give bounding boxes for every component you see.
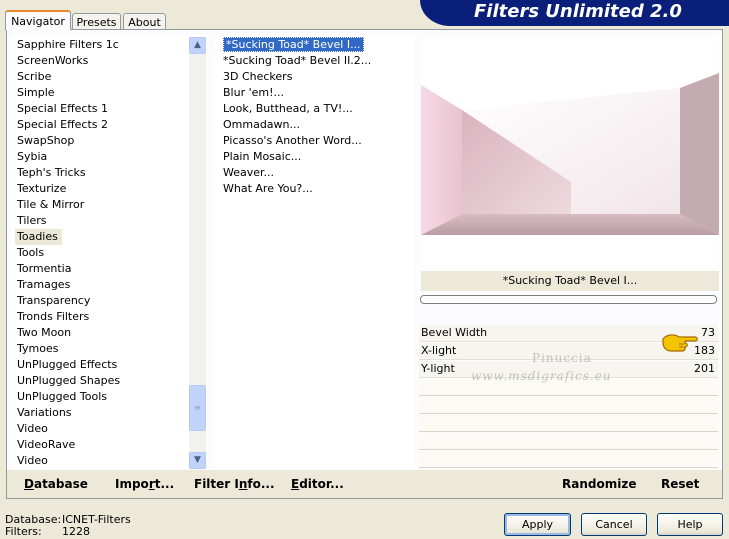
category-item[interactable]: Video bbox=[15, 453, 187, 469]
category-item[interactable]: Tilers bbox=[15, 213, 187, 229]
filter-item-label: Plain Mosaic... bbox=[223, 150, 302, 163]
category-scrollbar[interactable]: ▲ ≡ ▼ bbox=[189, 37, 206, 469]
editor-button[interactable]: Editor... bbox=[291, 477, 344, 491]
filter-item-label: *Sucking Toad* Bevel I... bbox=[223, 37, 364, 52]
category-list[interactable]: Sapphire Filters 1c ScreenWorks Scribe Simp… bbox=[15, 37, 187, 469]
progress-bar bbox=[420, 295, 717, 304]
tab-about[interactable]: About bbox=[123, 13, 166, 30]
filter-item[interactable]: *Sucking Toad* Bevel I... bbox=[221, 37, 411, 53]
category-item[interactable]: Tymoes bbox=[15, 341, 187, 357]
category-item[interactable]: Sybia bbox=[15, 149, 187, 165]
scroll-thumb-grip-icon: ≡ bbox=[194, 403, 201, 412]
empty-param-row bbox=[419, 451, 718, 468]
category-item[interactable]: Tramages bbox=[15, 277, 187, 293]
param-value[interactable]: 201 bbox=[694, 362, 715, 375]
category-item[interactable]: Tormentia bbox=[15, 261, 187, 277]
filter-item-label: Picasso's Another Word... bbox=[223, 134, 362, 147]
category-item[interactable]: Special Effects 1 bbox=[15, 101, 187, 117]
cancel-button[interactable]: Cancel bbox=[581, 513, 647, 536]
empty-param-row bbox=[419, 433, 718, 450]
preview-filter-name: *Sucking Toad* Bevel I... bbox=[421, 271, 719, 291]
category-item[interactable]: Two Moon bbox=[15, 325, 187, 341]
app-title: Filters Unlimited 2.0 bbox=[474, 1, 682, 22]
reset-button[interactable]: Reset bbox=[661, 477, 699, 491]
category-item[interactable]: Teph's Tricks bbox=[15, 165, 187, 181]
category-item[interactable]: Tile & Mirror bbox=[15, 197, 187, 213]
category-item[interactable]: Toadies bbox=[15, 229, 62, 245]
watermark-url: www.msdigrafics.eu bbox=[471, 369, 612, 383]
filter-item-label: 3D Checkers bbox=[223, 70, 293, 83]
category-item[interactable]: Sapphire Filters 1c bbox=[15, 37, 187, 53]
watermark-name: Pinuccia bbox=[532, 351, 592, 365]
category-item[interactable]: Scribe bbox=[15, 69, 187, 85]
filter-item[interactable]: Ommadawn... bbox=[221, 117, 411, 133]
category-item[interactable]: Transparency bbox=[15, 293, 187, 309]
filter-item-label: Ommadawn... bbox=[223, 118, 301, 131]
category-item[interactable]: UnPlugged Effects bbox=[15, 357, 187, 373]
category-item[interactable]: Tronds Filters bbox=[15, 309, 187, 325]
scroll-down-icon[interactable]: ▼ bbox=[189, 452, 206, 469]
filter-item-label: Blur 'em!... bbox=[223, 86, 284, 99]
filter-item[interactable]: Look, Butthead, a TV!... bbox=[221, 101, 411, 117]
preview-image bbox=[421, 37, 719, 269]
param-label: X-light bbox=[421, 344, 457, 357]
status-filters-label: Filters: bbox=[5, 525, 42, 538]
database-button[interactable]: Database bbox=[24, 477, 88, 491]
param-label: Bevel Width bbox=[421, 326, 488, 339]
category-item[interactable]: Tools bbox=[15, 245, 187, 261]
param-value[interactable]: 73 bbox=[701, 326, 715, 339]
filter-item-label: What Are You?... bbox=[223, 182, 313, 195]
empty-param-row bbox=[419, 397, 718, 414]
import-button[interactable]: Import... bbox=[115, 477, 174, 491]
filter-item[interactable]: Blur 'em!... bbox=[221, 85, 411, 101]
category-item[interactable]: Variations bbox=[15, 405, 187, 421]
category-item[interactable]: UnPlugged Shapes bbox=[15, 373, 187, 389]
empty-param-row bbox=[419, 415, 718, 432]
tab-presets[interactable]: Presets bbox=[72, 13, 121, 30]
status-filters-value: 1228 bbox=[62, 525, 90, 538]
tab-navigator[interactable]: Navigator bbox=[5, 10, 71, 30]
filter-info-button[interactable]: Filter Info... bbox=[194, 477, 275, 491]
pointing-hand-icon bbox=[661, 331, 699, 356]
param-label: Y-light bbox=[421, 362, 455, 375]
category-item[interactable]: ScreenWorks bbox=[15, 53, 187, 69]
filter-item-label: *Sucking Toad* Bevel II.2... bbox=[223, 54, 372, 67]
filter-list[interactable]: *Sucking Toad* Bevel I... *Sucking Toad* … bbox=[221, 37, 411, 197]
apply-button[interactable]: Apply bbox=[504, 513, 571, 536]
category-item[interactable]: Special Effects 2 bbox=[15, 117, 187, 133]
preview-graphic bbox=[421, 37, 719, 269]
filter-item[interactable]: Picasso's Another Word... bbox=[221, 133, 411, 149]
category-item[interactable]: Texturize bbox=[15, 181, 187, 197]
randomize-button[interactable]: Randomize bbox=[562, 477, 636, 491]
category-item[interactable]: VideoRave bbox=[15, 437, 187, 453]
filter-item[interactable]: *Sucking Toad* Bevel II.2... bbox=[221, 53, 411, 69]
help-button[interactable]: Help bbox=[657, 513, 723, 536]
category-item[interactable]: SwapShop bbox=[15, 133, 187, 149]
category-item[interactable]: UnPlugged Tools bbox=[15, 389, 187, 405]
category-item[interactable]: Video bbox=[15, 421, 187, 437]
filter-item[interactable]: Weaver... bbox=[221, 165, 411, 181]
filter-item-label: Weaver... bbox=[223, 166, 275, 179]
category-item[interactable]: Simple bbox=[15, 85, 187, 101]
scroll-up-icon[interactable]: ▲ bbox=[189, 37, 206, 54]
filter-item[interactable]: Plain Mosaic... bbox=[221, 149, 411, 165]
filter-item[interactable]: What Are You?... bbox=[221, 181, 411, 197]
scroll-thumb[interactable]: ≡ bbox=[189, 385, 206, 431]
filter-item-label: Look, Butthead, a TV!... bbox=[223, 102, 353, 115]
filter-item[interactable]: 3D Checkers bbox=[221, 69, 411, 85]
